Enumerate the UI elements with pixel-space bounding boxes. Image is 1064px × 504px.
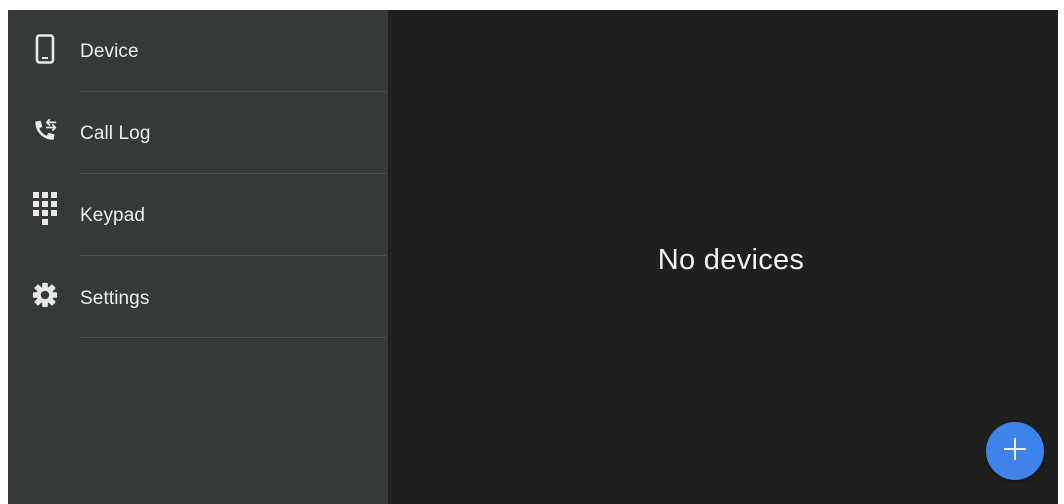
phone-device-icon bbox=[32, 34, 58, 64]
gear-icon bbox=[32, 280, 58, 310]
sidebar-nav: Device Call Log Keypad Settings bbox=[8, 10, 388, 504]
sidebar-item-keypad[interactable]: Keypad bbox=[8, 174, 388, 256]
add-device-button[interactable] bbox=[986, 422, 1044, 480]
sidebar-item-device[interactable]: Device bbox=[8, 10, 388, 92]
app-window: Device Call Log Keypad Settings No devic… bbox=[8, 10, 1058, 504]
main-content: No devices bbox=[388, 10, 1058, 504]
plus-icon bbox=[1000, 434, 1030, 469]
sidebar-item-label: Settings bbox=[80, 288, 150, 309]
sidebar-item-settings[interactable]: Settings bbox=[8, 256, 388, 338]
sidebar-item-label: Keypad bbox=[80, 205, 146, 226]
sidebar-item-label: Call Log bbox=[80, 123, 151, 144]
divider bbox=[80, 337, 386, 338]
sidebar-item-label: Device bbox=[80, 41, 139, 62]
empty-state-message: No devices bbox=[657, 244, 805, 276]
sidebar-item-call-log[interactable]: Call Log bbox=[8, 92, 388, 174]
call-log-icon bbox=[32, 116, 58, 146]
keypad-icon bbox=[32, 192, 58, 225]
